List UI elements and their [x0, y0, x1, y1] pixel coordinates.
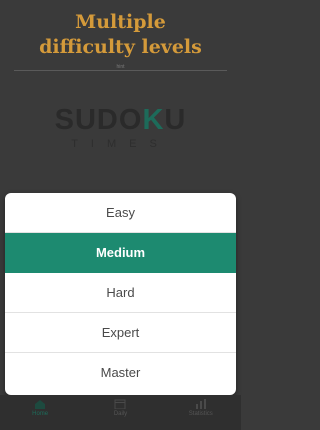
logo-word-part1: SUDO	[54, 104, 143, 136]
promo-headline-line2: difficulty levels	[39, 36, 202, 58]
nav-item-statistics[interactable]: Statistics	[171, 395, 231, 417]
promo-headline: Multiple difficulty levels	[0, 10, 241, 60]
promo-headline-line1: Multiple	[75, 11, 166, 33]
logo-word-part2: U	[164, 104, 187, 136]
nav-label-statistics: Statistics	[188, 411, 213, 417]
logo-subtitle: TIMES	[71, 138, 170, 150]
nav-item-home[interactable]: Home	[10, 395, 70, 417]
difficulty-option-easy[interactable]: Easy	[5, 193, 236, 233]
nav-label-home: Home	[32, 411, 49, 417]
nav-item-daily[interactable]: Daily	[90, 395, 150, 417]
home-icon	[35, 400, 46, 409]
bottom-nav: Home Daily Statistics	[0, 395, 241, 430]
difficulty-option-expert[interactable]: Expert	[5, 313, 236, 353]
difficulty-sheet: Easy Medium Hard Expert Master	[5, 193, 236, 395]
divider	[14, 70, 227, 71]
nav-label-daily: Daily	[113, 411, 128, 417]
bar-chart-icon	[195, 399, 206, 409]
difficulty-option-hard[interactable]: Hard	[5, 273, 236, 313]
calendar-icon	[114, 399, 126, 409]
difficulty-option-master[interactable]: Master	[5, 353, 236, 393]
difficulty-option-medium[interactable]: Medium	[5, 233, 236, 273]
logo-word-mark: K	[142, 104, 165, 136]
app-logo: SUDOKU	[0, 104, 241, 137]
